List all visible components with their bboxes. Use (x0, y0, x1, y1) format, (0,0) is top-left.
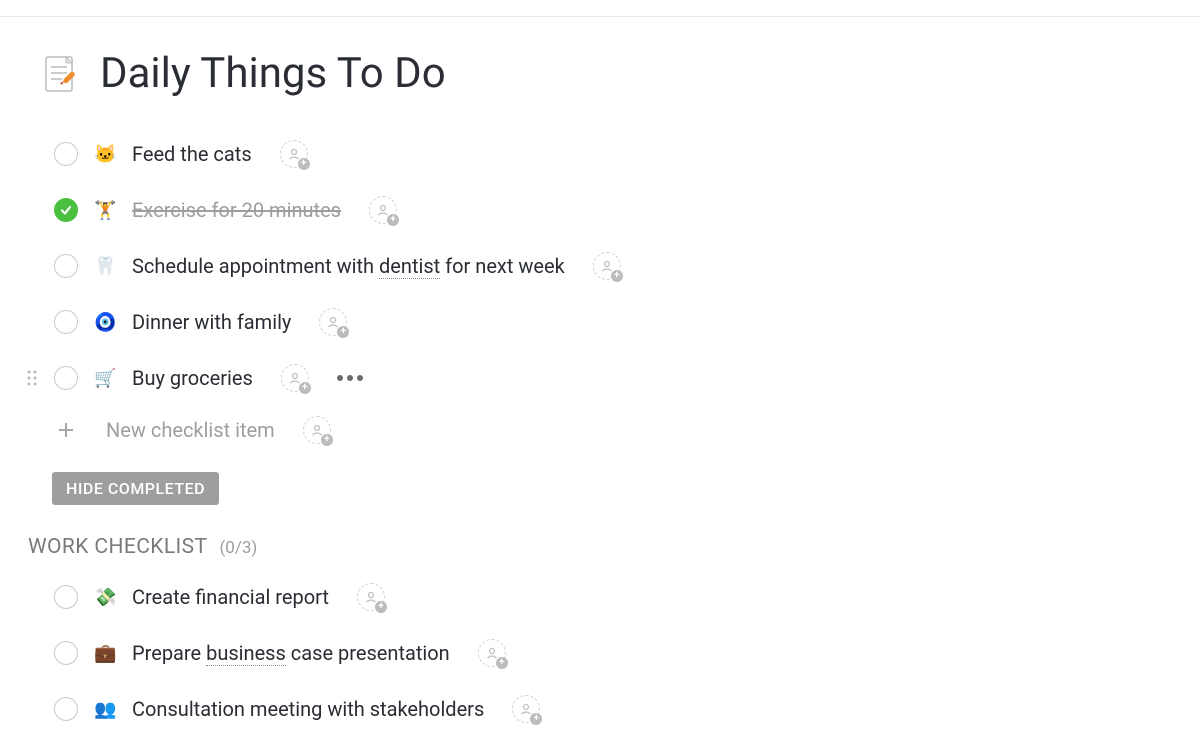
item-text[interactable]: Buy groceries (132, 366, 253, 390)
item-emoji-icon: 🧿 (94, 312, 116, 333)
assign-button[interactable] (319, 308, 347, 336)
item-emoji-icon: 💼 (94, 643, 116, 664)
item-text[interactable]: Schedule appointment with dentist for ne… (132, 254, 565, 278)
assign-button[interactable] (281, 364, 309, 392)
check-circle[interactable] (54, 198, 78, 222)
check-circle[interactable] (54, 254, 78, 278)
check-circle[interactable] (54, 310, 78, 334)
check-circle[interactable] (54, 366, 78, 390)
check-circle[interactable] (54, 585, 78, 609)
drag-handle-icon[interactable] (26, 369, 38, 387)
item-text[interactable]: Feed the cats (132, 142, 252, 166)
item-emoji-icon: 🛒 (94, 368, 116, 389)
work-section-count: (0/3) (219, 538, 257, 558)
item-emoji-icon: 🐱 (94, 144, 116, 165)
more-button[interactable] (333, 371, 367, 385)
assign-button[interactable] (280, 140, 308, 168)
item-text[interactable]: Exercise for 20 minutes (132, 198, 341, 222)
assign-button[interactable] (303, 416, 331, 444)
item-emoji-icon: 🦷 (94, 256, 116, 277)
page-icon (40, 53, 82, 95)
checklist-item: 🧿 Dinner with family (40, 294, 1160, 350)
checklist-item: 🦷 Schedule appointment with dentist for n… (40, 238, 1160, 294)
item-text[interactable]: Create financial report (132, 585, 329, 609)
assign-button[interactable] (593, 252, 621, 280)
new-item-row[interactable]: New checklist item (40, 406, 1160, 454)
item-text[interactable]: Consultation meeting with stakeholders (132, 697, 484, 721)
checklist-item: 🏋️ Exercise for 20 minutes (40, 182, 1160, 238)
new-item-placeholder: New checklist item (106, 418, 275, 442)
checklist-item: 🛒 Buy groceries (40, 350, 1160, 406)
item-text[interactable]: Dinner with family (132, 310, 291, 334)
checklist-item: 🐱 Feed the cats (40, 126, 1160, 182)
item-text[interactable]: Prepare business case presentation (132, 641, 450, 665)
work-section-title: WORK CHECKLIST (28, 535, 207, 559)
check-circle[interactable] (54, 697, 78, 721)
assign-button[interactable] (357, 583, 385, 611)
work-checklist-item: 💸 Create financial report (40, 569, 1160, 625)
assign-button[interactable] (478, 639, 506, 667)
work-section-header: WORK CHECKLIST (0/3) (28, 535, 1160, 559)
hide-completed-button[interactable]: HIDE COMPLETED (52, 472, 219, 505)
work-checklist-item: 👥 Consultation meeting with stakeholders (40, 681, 1160, 737)
page-title-row: Daily Things To Do (40, 49, 1160, 98)
work-checklist-item: 💼 Prepare business case presentation (40, 625, 1160, 681)
item-emoji-icon: 👥 (94, 699, 116, 720)
item-emoji-icon: 💸 (94, 587, 116, 608)
check-circle[interactable] (54, 641, 78, 665)
item-emoji-icon: 🏋️ (94, 200, 116, 221)
page-title: Daily Things To Do (100, 49, 446, 98)
plus-icon (54, 418, 78, 442)
assign-button[interactable] (369, 196, 397, 224)
check-circle[interactable] (54, 142, 78, 166)
